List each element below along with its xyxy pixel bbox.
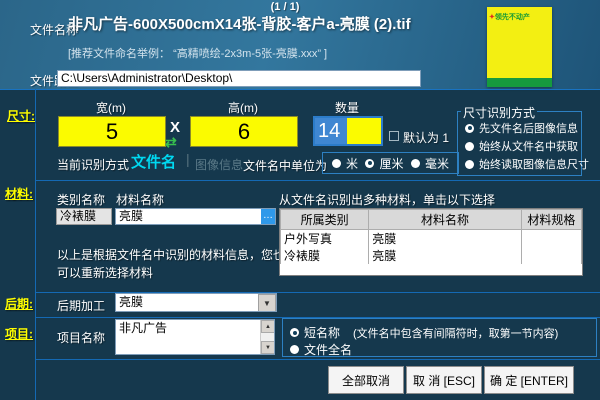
cell-spec <box>521 247 581 264</box>
radio-icon <box>465 142 474 151</box>
unit-option-cm[interactable]: 厘米 <box>365 155 403 172</box>
width-label: 宽(m) <box>58 99 164 116</box>
unit-option-m[interactable]: 米 <box>332 155 358 172</box>
full-name-label: 文件全名 <box>304 341 352 358</box>
radio-icon <box>365 159 374 168</box>
naming-hint: [推荐文件命名举例： “高精喷绘-2x3m-5张-亮膜.xxx” ] <box>68 45 327 61</box>
quantity-input[interactable]: 14 <box>313 116 383 146</box>
brand-text: 领先不动产 <box>495 14 530 21</box>
project-name-textarea[interactable]: 非凡广告 ▲ ▼ <box>115 319 275 355</box>
radio-icon <box>411 159 420 168</box>
recognition-option-label: 始终从文件名中获取 <box>479 138 578 154</box>
width-input[interactable]: 5 <box>58 116 166 147</box>
category-label: 类别名称 <box>57 191 105 208</box>
material-name-value: 亮膜 <box>119 209 143 223</box>
cell-category: 户外写真 <box>281 230 369 248</box>
ok-button[interactable]: 确 定 [ENTER] <box>484 366 574 394</box>
cell-material: 亮膜 <box>369 247 522 264</box>
radio-icon <box>465 124 474 133</box>
material-table-row-2[interactable]: 冷裱膜 亮膜 <box>281 247 582 264</box>
size-recognition-title: 尺寸识别方式 <box>461 104 537 121</box>
short-name-option[interactable]: 短名称 (文件名中包含有间隔符时，取第一节内容) <box>290 324 558 341</box>
cell-category: 冷裱膜 <box>281 247 369 264</box>
cancel-button[interactable]: 取 消 [ESC] <box>406 366 482 394</box>
col-header-material: 材料名称 <box>369 210 522 230</box>
material-table-row-1[interactable]: 户外写真 亮膜 <box>281 230 582 248</box>
method-image-tab[interactable]: 图像信息 <box>195 156 243 173</box>
divider-project-buttons <box>36 359 600 360</box>
divider-header <box>0 89 600 90</box>
size-recognition-groupbox: 尺寸识别方式 先文件名后图像信息 始终从文件名中获取 始终读取图像信息尺寸 <box>457 111 582 176</box>
swap-dimensions-icon[interactable]: ⇄ <box>165 134 177 151</box>
brand-card: ✦领先不动产 <box>487 7 552 87</box>
default-checkbox[interactable] <box>389 131 399 141</box>
unit-radio-group: 米 厘米 毫米 <box>322 152 459 174</box>
category-input[interactable]: 冷裱膜 <box>56 208 112 225</box>
material-name-label: 材料名称 <box>116 191 164 208</box>
cancel-all-button[interactable]: 全部取消 <box>328 366 404 394</box>
section-label-material: 材料: <box>5 185 33 202</box>
post-process-value: 亮膜 <box>119 295 143 309</box>
project-name-label: 项目名称 <box>57 329 105 346</box>
cell-spec <box>521 230 581 248</box>
unit-option-mm[interactable]: 毫米 <box>411 155 449 172</box>
radio-icon <box>465 160 474 169</box>
recognition-option-label: 始终读取图像信息尺寸 <box>479 156 589 172</box>
col-header-category: 所属类别 <box>281 210 369 230</box>
project-name-mode-group: 短名称 (文件名中包含有间隔符时，取第一节内容) 文件全名 <box>282 318 597 357</box>
file-recognition-dialog: (1 / 1) 文件名称 非凡广告-600X500cmX14张-背胶-客户a-亮… <box>0 0 600 400</box>
section-label-project: 项目: <box>5 325 33 342</box>
recognition-option-2[interactable]: 始终从文件名中获取 <box>465 138 578 154</box>
brand-green-strip <box>487 78 552 87</box>
col-header-spec: 材料规格 <box>521 210 581 230</box>
textarea-scrollbar[interactable]: ▲ ▼ <box>260 320 274 354</box>
short-name-label: 短名称 <box>304 324 340 341</box>
quantity-selected-text: 14 <box>315 118 347 144</box>
unit-option-label: 米 <box>346 155 358 172</box>
method-separator: | <box>186 151 190 167</box>
header: (1 / 1) 文件名称 非凡广告-600X500cmX14张-背胶-客户a-亮… <box>0 0 600 89</box>
material-table: 所属类别 材料名称 材料规格 户外写真 亮膜 冷裱膜 亮膜 <box>279 208 583 276</box>
height-label: 高(m) <box>190 99 296 116</box>
post-process-combobox[interactable]: 亮膜 ▼ <box>115 293 277 312</box>
recognition-option-3[interactable]: 始终读取图像信息尺寸 <box>465 156 589 172</box>
quantity-label: 数量 <box>313 99 381 116</box>
material-note-line1: 以上是根据文件名中识别的材料信息，您也 <box>57 246 285 263</box>
divider-size-material <box>36 180 600 181</box>
material-table-hint: 从文件名识别出多种材料，单击以下选择 <box>279 191 495 208</box>
unit-option-label: 毫米 <box>425 155 449 172</box>
unit-label: 文件名中单位为 <box>243 157 327 174</box>
material-table-header-row: 所属类别 材料名称 材料规格 <box>281 210 582 230</box>
full-name-option[interactable]: 文件全名 <box>290 341 352 358</box>
unit-option-label: 厘米 <box>379 155 403 172</box>
scroll-up-icon[interactable]: ▲ <box>261 320 275 333</box>
project-name-value: 非凡广告 <box>119 321 167 335</box>
material-name-input[interactable]: 亮膜 … <box>115 208 276 225</box>
page-indicator: (1 / 1) <box>0 1 570 13</box>
default-checkbox-label: 默认为 1 <box>403 129 449 146</box>
dropdown-arrow-icon[interactable]: ▼ <box>258 294 276 312</box>
file-path-input[interactable]: C:\Users\Administrator\Desktop\ <box>57 70 421 87</box>
radio-icon <box>290 345 299 354</box>
material-note-line2: 可以重新选择材料 <box>57 264 153 281</box>
radio-icon <box>290 328 299 337</box>
material-browse-button[interactable]: … <box>261 209 275 224</box>
current-method-label: 当前识别方式 <box>57 156 129 173</box>
method-filename-tab[interactable]: 文件名 <box>131 151 176 172</box>
section-label-post: 后期: <box>5 295 33 312</box>
short-name-note: (文件名中包含有间隔符时，取第一节内容) <box>353 325 558 341</box>
scroll-down-icon[interactable]: ▼ <box>261 341 275 354</box>
post-process-label: 后期加工 <box>57 297 105 314</box>
cell-material: 亮膜 <box>369 230 522 248</box>
brand-text-line: ✦领先不动产 <box>489 12 550 22</box>
radio-icon <box>332 159 341 168</box>
section-label-size: 尺寸: <box>7 107 35 124</box>
recognition-option-1[interactable]: 先文件名后图像信息 <box>465 120 578 136</box>
divider-vertical <box>35 89 36 400</box>
height-input[interactable]: 6 <box>190 116 298 147</box>
recognition-option-label: 先文件名后图像信息 <box>479 120 578 136</box>
file-name-value: 非凡广告-600X500cmX14张-背胶-客户a-亮膜 (2).tif <box>68 13 411 34</box>
